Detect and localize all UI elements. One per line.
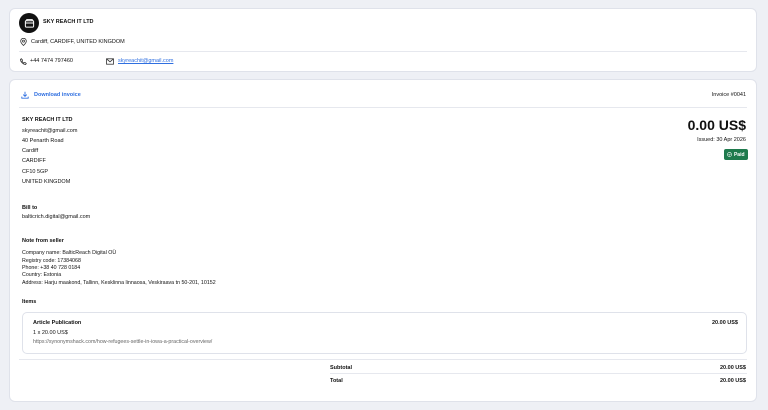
list-item: Article Publication 1 x 20.00 US$ https:… bbox=[22, 312, 747, 354]
check-circle-icon bbox=[727, 152, 733, 157]
seller-country: UNITED KINGDOM bbox=[22, 179, 71, 185]
invoice-number: Invoice #0041 bbox=[711, 92, 746, 98]
item-qty-price: 1 x 20.00 US$ bbox=[33, 330, 68, 336]
note-line: Company name: BalticReach Digital OÜ bbox=[22, 250, 117, 256]
divider bbox=[19, 51, 747, 52]
items-heading: Items bbox=[22, 299, 37, 305]
total-value: 20.00 US$ bbox=[720, 378, 746, 384]
divider bbox=[19, 107, 747, 108]
seller-city: Cardiff bbox=[22, 148, 39, 154]
divider bbox=[19, 359, 747, 360]
seller-card: SKY REACH IT LTD Cardiff, CARDIFF, UNITE… bbox=[9, 8, 757, 72]
subtotal-label: Subtotal bbox=[330, 365, 352, 371]
subtotal-value: 20.00 US$ bbox=[720, 365, 746, 371]
download-icon bbox=[21, 91, 29, 99]
bill-to-email: balticrich.digital@gmail.com bbox=[22, 214, 91, 220]
issued-date: Issued: 30 Apr 2026 bbox=[697, 137, 746, 143]
divider bbox=[330, 373, 747, 374]
seller-name: SKY REACH IT LTD bbox=[22, 117, 73, 123]
phone-icon bbox=[20, 58, 27, 65]
invoice-card: Download invoice Invoice #0041 SKY REACH… bbox=[9, 79, 757, 402]
item-url: https://synonymshack.com/how-refugees-se… bbox=[33, 339, 213, 345]
bill-to-heading: Bill to bbox=[22, 205, 38, 211]
location-pin-icon bbox=[20, 38, 27, 46]
total-label: Total bbox=[330, 378, 343, 384]
item-amount: 20.00 US$ bbox=[712, 320, 738, 326]
note-line: Address: Harju maakond, Tallinn, Kesklin… bbox=[22, 280, 216, 286]
seller-phone: +44 7474 797460 bbox=[30, 58, 73, 64]
seller-email: skyreachit@gmail.com bbox=[22, 128, 78, 134]
note-line: Registry code: 17384068 bbox=[22, 258, 81, 264]
seller-email-link[interactable]: skyreachit@gmail.com bbox=[118, 58, 173, 64]
invoice-amount: 0.00 US$ bbox=[687, 117, 746, 133]
note-line: Phone: +38 40 728 0184 bbox=[22, 265, 81, 271]
store-logo-icon bbox=[19, 13, 39, 33]
status-badge: Paid bbox=[724, 149, 748, 160]
download-invoice-button[interactable]: Download invoice bbox=[21, 91, 81, 99]
seller-street: 40 Penarth Road bbox=[22, 138, 64, 144]
mail-icon bbox=[106, 58, 114, 65]
seller-location: Cardiff, CARDIFF, UNITED KINGDOM bbox=[31, 39, 125, 45]
seller-county: CARDIFF bbox=[22, 158, 46, 164]
seller-postcode: CF10 5GP bbox=[22, 169, 48, 175]
status-label: Paid bbox=[733, 151, 745, 158]
seller-name: SKY REACH IT LTD bbox=[43, 19, 94, 25]
download-invoice-label: Download invoice bbox=[34, 92, 81, 98]
note-line: Country: Estonia bbox=[22, 272, 62, 278]
note-heading: Note from seller bbox=[22, 238, 64, 244]
item-title: Article Publication bbox=[33, 320, 82, 326]
